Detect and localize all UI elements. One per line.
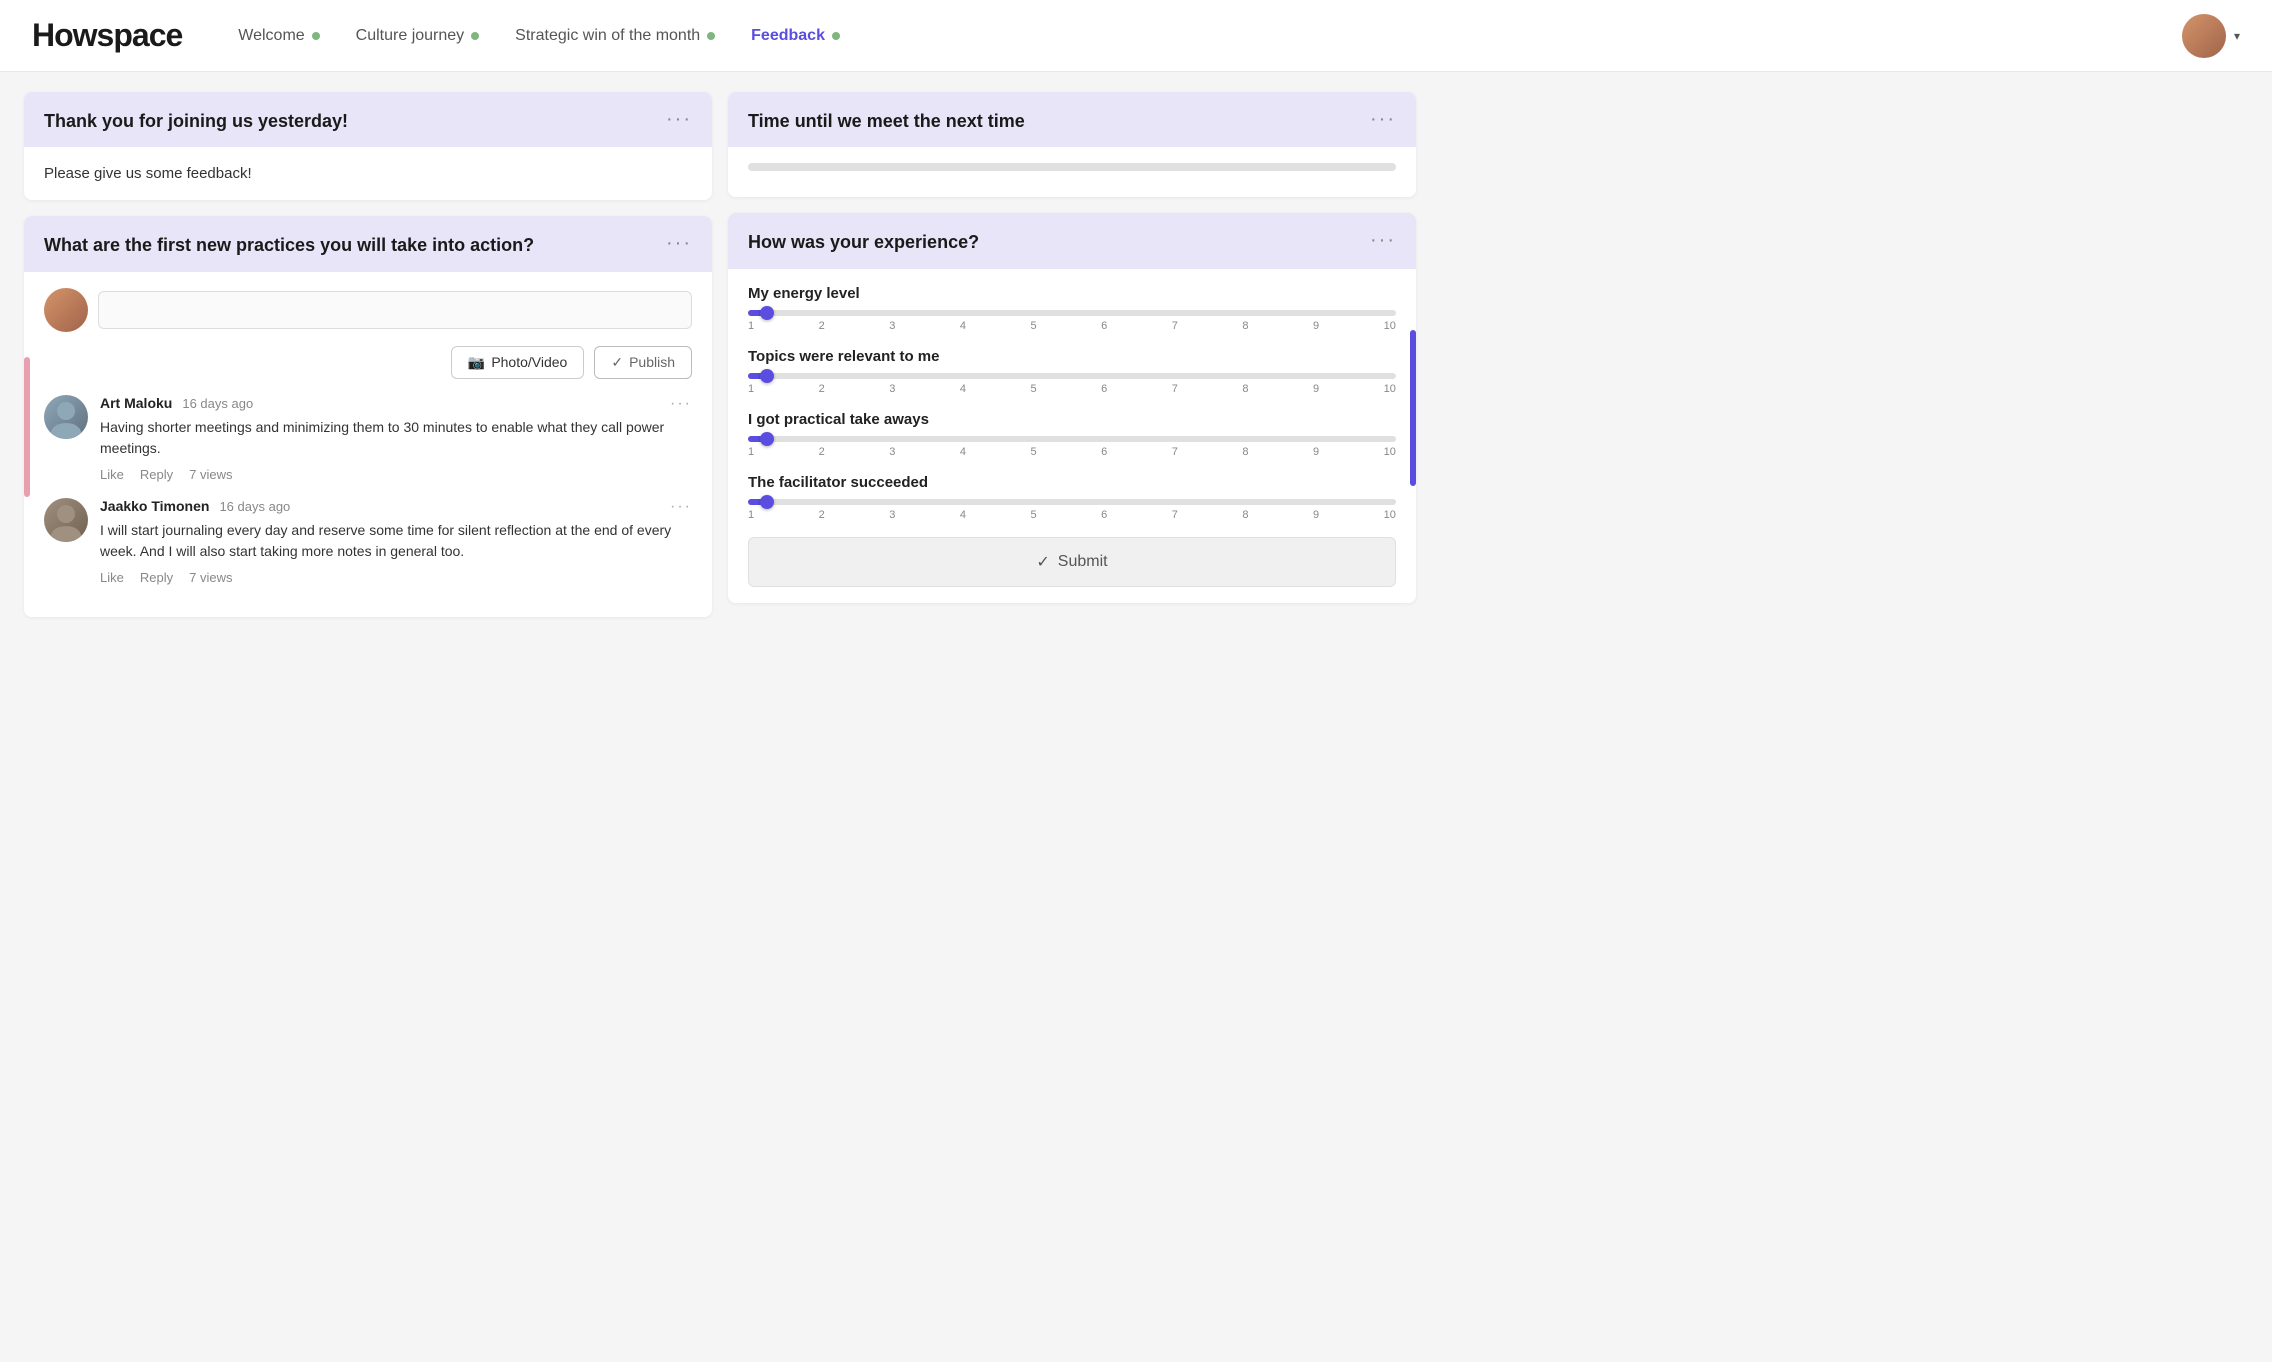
slider-energy-track[interactable] <box>748 310 1396 316</box>
comment-art: Art Maloku 16 days ago ··· Having shorte… <box>44 395 692 482</box>
photo-video-button[interactable]: 📷 Photo/Video <box>451 346 584 379</box>
slider-facilitator-numbers: 12345678910 <box>748 509 1396 521</box>
action-row: 📷 Photo/Video ✓ Publish <box>44 346 692 379</box>
art-comment-text: Having shorter meetings and minimizing t… <box>100 417 692 459</box>
main-grid: Thank you for joining us yesterday! ··· … <box>0 72 1440 637</box>
jaakko-author: Jaakko Timonen <box>100 498 209 514</box>
experience-menu[interactable]: ··· <box>1370 229 1396 252</box>
nav-dot-feedback <box>832 32 840 40</box>
art-comment-header: Art Maloku 16 days ago ··· <box>100 395 692 413</box>
post-user-avatar <box>44 288 88 332</box>
jaakko-reply[interactable]: Reply <box>140 570 173 585</box>
navbar: Howspace Welcome Culture journey Strateg… <box>0 0 2272 72</box>
logo[interactable]: Howspace <box>32 17 182 54</box>
left-scroll-indicator <box>24 357 30 497</box>
slider-practical-numbers: 12345678910 <box>748 446 1396 458</box>
art-author: Art Maloku <box>100 395 172 411</box>
time-bar <box>748 163 1396 171</box>
experience-card: How was your experience? ··· My energy l… <box>728 213 1416 602</box>
nav-right: ▾ <box>2182 14 2240 58</box>
slider-topics-label: Topics were relevant to me <box>748 348 1396 365</box>
jaakko-time: 16 days ago <box>219 499 290 514</box>
experience-header: How was your experience? ··· <box>728 213 1416 268</box>
art-avatar <box>44 395 88 439</box>
slider-facilitator-label: The facilitator succeeded <box>748 474 1396 491</box>
slider-facilitator-thumb[interactable] <box>760 495 774 509</box>
art-time: 16 days ago <box>182 396 253 411</box>
jaakko-views: 7 views <box>189 570 232 585</box>
time-title: Time until we meet the next time <box>748 110 1025 133</box>
experience-body: My energy level 12345678910 Topics were … <box>728 269 1416 603</box>
thankyou-header: Thank you for joining us yesterday! ··· <box>24 92 712 147</box>
avatar-chevron[interactable]: ▾ <box>2234 29 2240 43</box>
slider-energy: My energy level 12345678910 <box>748 285 1396 332</box>
jaakko-comment-content: Jaakko Timonen 16 days ago ··· I will st… <box>100 498 692 585</box>
jaakko-comment-actions: Like Reply 7 views <box>100 570 692 585</box>
art-comment-actions: Like Reply 7 views <box>100 467 692 482</box>
slider-topics-thumb[interactable] <box>760 369 774 383</box>
practices-title: What are the first new practices you wil… <box>44 234 534 257</box>
slider-energy-label: My energy level <box>748 285 1396 302</box>
time-body <box>728 147 1416 197</box>
nav-welcome[interactable]: Welcome <box>238 27 319 45</box>
art-reply[interactable]: Reply <box>140 467 173 482</box>
practices-header: What are the first new practices you wil… <box>24 216 712 271</box>
practices-card: What are the first new practices you wil… <box>24 216 712 616</box>
nav-feedback[interactable]: Feedback <box>751 27 840 45</box>
submit-button[interactable]: ✓ Submit <box>748 537 1396 587</box>
slider-practical: I got practical take aways 12345678910 <box>748 411 1396 458</box>
user-avatar[interactable] <box>2182 14 2226 58</box>
slider-facilitator-track[interactable] <box>748 499 1396 505</box>
time-header: Time until we meet the next time ··· <box>728 92 1416 147</box>
thankyou-card: Thank you for joining us yesterday! ··· … <box>24 92 712 200</box>
slider-energy-thumb[interactable] <box>760 306 774 320</box>
practices-menu[interactable]: ··· <box>666 232 692 255</box>
jaakko-avatar <box>44 498 88 542</box>
thankyou-menu[interactable]: ··· <box>666 108 692 131</box>
slider-topics-numbers: 12345678910 <box>748 383 1396 395</box>
left-column: Thank you for joining us yesterday! ··· … <box>24 92 712 617</box>
slider-facilitator: The facilitator succeeded 12345678910 <box>748 474 1396 521</box>
jaakko-comment-text: I will start journaling every day and re… <box>100 520 692 562</box>
publish-button[interactable]: ✓ Publish <box>594 346 692 379</box>
comment-jaakko: Jaakko Timonen 16 days ago ··· I will st… <box>44 498 692 585</box>
jaakko-comment-meta: Jaakko Timonen 16 days ago <box>100 498 290 514</box>
slider-energy-numbers: 12345678910 <box>748 320 1396 332</box>
check-icon: ✓ <box>611 354 623 371</box>
practices-body: 📷 Photo/Video ✓ Publish <box>24 272 712 617</box>
jaakko-like[interactable]: Like <box>100 570 124 585</box>
avatar-image <box>2182 14 2226 58</box>
camera-icon: 📷 <box>468 354 485 371</box>
jaakko-comment-menu[interactable]: ··· <box>670 498 692 516</box>
nav-links: Welcome Culture journey Strategic win of… <box>238 27 2142 45</box>
jaakko-comment-header: Jaakko Timonen 16 days ago ··· <box>100 498 692 516</box>
thankyou-body: Please give us some feedback! <box>24 147 712 200</box>
slider-topics: Topics were relevant to me 12345678910 <box>748 348 1396 395</box>
art-comment-menu[interactable]: ··· <box>670 395 692 413</box>
post-input-row <box>44 288 692 332</box>
art-comment-content: Art Maloku 16 days ago ··· Having shorte… <box>100 395 692 482</box>
art-like[interactable]: Like <box>100 467 124 482</box>
experience-title: How was your experience? <box>748 231 979 254</box>
submit-check-icon: ✓ <box>1036 552 1049 572</box>
nav-culture[interactable]: Culture journey <box>356 27 480 45</box>
thankyou-title: Thank you for joining us yesterday! <box>44 110 348 133</box>
nav-dot-culture <box>471 32 479 40</box>
slider-practical-label: I got practical take aways <box>748 411 1396 428</box>
right-scroll-indicator <box>1410 330 1416 486</box>
slider-practical-track[interactable] <box>748 436 1396 442</box>
nav-dot-strategic <box>707 32 715 40</box>
time-menu[interactable]: ··· <box>1370 108 1396 131</box>
right-column: Time until we meet the next time ··· How… <box>728 92 1416 617</box>
art-comment-meta: Art Maloku 16 days ago <box>100 395 253 411</box>
nav-strategic[interactable]: Strategic win of the month <box>515 27 715 45</box>
nav-dot-welcome <box>312 32 320 40</box>
art-views: 7 views <box>189 467 232 482</box>
time-card: Time until we meet the next time ··· <box>728 92 1416 197</box>
slider-topics-track[interactable] <box>748 373 1396 379</box>
slider-practical-thumb[interactable] <box>760 432 774 446</box>
post-input[interactable] <box>98 291 692 329</box>
